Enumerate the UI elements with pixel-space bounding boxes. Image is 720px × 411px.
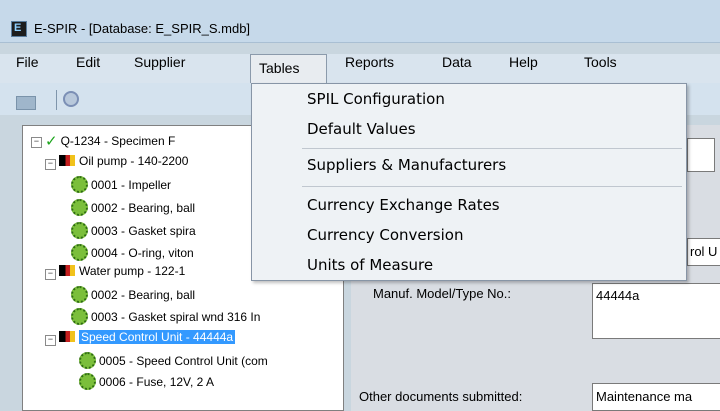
- menu-tables[interactable]: Tables: [250, 54, 327, 83]
- pump-icon: [59, 155, 75, 166]
- tree-node-part[interactable]: 0005 - Speed Control Unit (com: [79, 352, 268, 372]
- menu-tools[interactable]: Tools: [584, 54, 617, 83]
- menu-bar: File Edit Supplier Tables Reports Data H…: [0, 54, 720, 84]
- menu-supplier[interactable]: Supplier: [134, 54, 185, 83]
- menu-item-units-of-measure[interactable]: Units of Measure: [307, 256, 433, 274]
- open-folder-icon[interactable]: [16, 96, 36, 110]
- tree-node-part[interactable]: 0006 - Fuse, 12V, 2 A: [79, 373, 214, 393]
- part-icon: [79, 373, 96, 390]
- window-title: E-SPIR - [Database: E_SPIR_S.mdb]: [34, 21, 251, 36]
- menu-item-suppliers-manufacturers[interactable]: Suppliers & Manufacturers: [307, 156, 506, 174]
- menu-help[interactable]: Help: [509, 54, 538, 83]
- other-docs-label: Other documents submitted:: [359, 389, 523, 404]
- other-docs-value: Maintenance ma: [596, 389, 693, 404]
- text-field[interactable]: [687, 138, 715, 172]
- menu-item-default-values[interactable]: Default Values: [307, 120, 416, 138]
- tree-node-part[interactable]: 0001 - Impeller: [71, 176, 171, 196]
- part-icon: [79, 352, 96, 369]
- tree-node-part[interactable]: 0002 - Bearing, ball: [71, 286, 195, 306]
- part-icon: [71, 244, 88, 261]
- tree-node-part[interactable]: 0002 - Bearing, ball: [71, 199, 195, 219]
- menu-edit[interactable]: Edit: [76, 54, 100, 83]
- part-icon: [71, 199, 88, 216]
- settings-icon[interactable]: [63, 91, 79, 107]
- other-docs-field[interactable]: Maintenance ma: [592, 383, 720, 411]
- tree-node-oil-pump[interactable]: − Oil pump - 140-2200: [45, 154, 188, 174]
- unit-field[interactable]: rol U: [687, 238, 720, 266]
- tree-node-part[interactable]: 0004 - O-ring, viton: [71, 244, 194, 264]
- menu-item-spil-configuration[interactable]: SPIL Configuration: [307, 90, 445, 108]
- app-window: E E-SPIR - [Database: E_SPIR_S.mdb] File…: [0, 0, 720, 411]
- menu-separator: [302, 186, 682, 187]
- menu-separator: [302, 148, 682, 149]
- collapse-icon[interactable]: −: [45, 269, 56, 280]
- menu-data[interactable]: Data: [442, 54, 472, 83]
- tree-node-root[interactable]: − ✓ Q-1234 - Specimen F: [31, 132, 175, 152]
- menu-file[interactable]: File: [16, 54, 39, 83]
- menu-item-currency-exchange-rates[interactable]: Currency Exchange Rates: [307, 196, 500, 214]
- check-icon: ✓: [45, 132, 58, 150]
- tree-node-water-pump[interactable]: − Water pump - 122-1: [45, 264, 185, 284]
- pump-icon: [59, 331, 75, 342]
- model-value: 44444a: [596, 288, 640, 303]
- tree-node-part[interactable]: 0003 - Gasket spira: [71, 222, 196, 242]
- pump-icon: [59, 265, 75, 276]
- unit-field-value: rol U: [690, 244, 718, 259]
- tree-node-speed-control[interactable]: − Speed Control Unit - 44444a: [45, 330, 236, 350]
- collapse-icon[interactable]: −: [45, 159, 56, 170]
- part-icon: [71, 308, 88, 325]
- tables-dropdown-menu: SPIL Configuration Default Values Suppli…: [251, 83, 687, 281]
- app-icon: E: [11, 21, 27, 37]
- collapse-icon[interactable]: −: [31, 137, 42, 148]
- toolbar-separator: [56, 90, 57, 110]
- model-field[interactable]: 44444a: [592, 283, 720, 339]
- menu-reports[interactable]: Reports: [345, 54, 394, 83]
- part-icon: [71, 176, 88, 193]
- title-bar: E E-SPIR - [Database: E_SPIR_S.mdb]: [0, 0, 720, 43]
- menu-item-currency-conversion[interactable]: Currency Conversion: [307, 226, 463, 244]
- part-icon: [71, 286, 88, 303]
- tree-node-part[interactable]: 0003 - Gasket spiral wnd 316 In: [71, 308, 260, 328]
- collapse-icon[interactable]: −: [45, 335, 56, 346]
- model-label: Manuf. Model/Type No.:: [373, 286, 512, 301]
- part-icon: [71, 222, 88, 239]
